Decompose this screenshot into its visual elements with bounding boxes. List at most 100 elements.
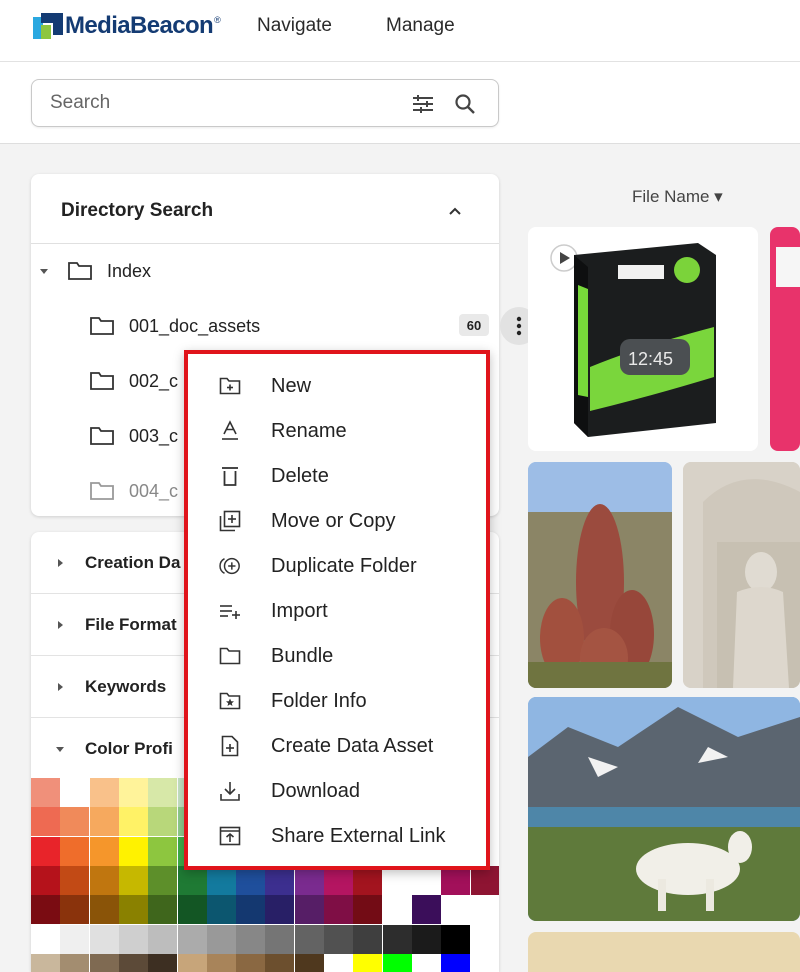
chevron-up-icon[interactable] <box>445 201 465 221</box>
tree-root-index[interactable]: Index <box>39 256 151 286</box>
color-swatch[interactable] <box>148 778 178 807</box>
color-swatch[interactable] <box>411 924 441 954</box>
color-swatch[interactable] <box>236 953 266 972</box>
menu-item-rename[interactable]: Rename <box>184 409 490 453</box>
advanced-search-filter-icon[interactable] <box>410 91 436 117</box>
color-swatch[interactable] <box>89 924 119 954</box>
color-swatch[interactable] <box>148 895 178 925</box>
nav-navigate[interactable]: Navigate <box>257 15 332 37</box>
color-swatch[interactable] <box>294 895 324 925</box>
menu-item-download[interactable]: Download <box>184 769 490 813</box>
color-swatch[interactable] <box>324 953 353 972</box>
color-swatch[interactable] <box>236 895 266 925</box>
asset-thumbnail[interactable] <box>683 462 800 688</box>
color-swatch[interactable] <box>265 953 295 972</box>
color-swatch[interactable] <box>470 953 499 972</box>
color-swatch[interactable] <box>60 924 90 954</box>
color-swatch[interactable] <box>382 865 412 895</box>
color-swatch[interactable] <box>206 895 236 925</box>
menu-item-duplicate-folder[interactable]: Duplicate Folder <box>184 544 490 588</box>
asset-thumbnail[interactable] <box>770 227 800 451</box>
color-swatch[interactable] <box>177 865 207 895</box>
menu-item-import[interactable]: Import <box>184 589 490 633</box>
color-swatch[interactable] <box>177 895 207 925</box>
search-input[interactable] <box>48 90 388 116</box>
sort-by-dropdown[interactable]: File Name ▾ <box>632 187 723 207</box>
color-swatch[interactable] <box>118 924 148 954</box>
color-swatch[interactable] <box>31 953 60 972</box>
color-swatch[interactable] <box>324 865 353 895</box>
color-swatch[interactable] <box>177 953 207 972</box>
color-swatch[interactable] <box>31 924 60 954</box>
color-swatch[interactable] <box>441 895 471 925</box>
color-swatch[interactable] <box>265 895 295 925</box>
color-swatch[interactable] <box>441 924 471 954</box>
color-swatch[interactable] <box>31 836 60 866</box>
caret-down-icon[interactable] <box>39 266 49 276</box>
color-swatch[interactable] <box>60 865 90 895</box>
menu-item-bundle[interactable]: Bundle <box>184 634 490 678</box>
color-swatch[interactable] <box>324 895 353 925</box>
color-swatch[interactable] <box>60 895 90 925</box>
color-swatch[interactable] <box>353 865 383 895</box>
color-swatch[interactable] <box>236 924 266 954</box>
color-swatch[interactable] <box>324 924 353 954</box>
menu-item-create-data-asset[interactable]: Create Data Asset <box>184 724 490 768</box>
color-swatch[interactable] <box>60 953 90 972</box>
color-swatch[interactable] <box>470 865 499 895</box>
asset-thumbnail[interactable] <box>528 932 800 972</box>
color-swatch[interactable] <box>294 924 324 954</box>
color-swatch[interactable] <box>411 865 441 895</box>
color-swatch[interactable] <box>265 865 295 895</box>
color-swatch[interactable] <box>382 953 412 972</box>
color-swatch[interactable] <box>411 895 441 925</box>
color-swatch[interactable] <box>31 807 60 837</box>
color-swatch[interactable] <box>118 836 148 866</box>
nav-manage[interactable]: Manage <box>386 15 455 37</box>
color-swatch[interactable] <box>89 953 119 972</box>
color-swatch[interactable] <box>89 778 119 807</box>
menu-item-folder-info[interactable]: Folder Info <box>184 679 490 723</box>
color-swatch[interactable] <box>382 924 412 954</box>
color-swatch[interactable] <box>31 865 60 895</box>
color-swatch[interactable] <box>148 836 178 866</box>
color-swatch[interactable] <box>294 953 324 972</box>
color-swatch[interactable] <box>236 865 266 895</box>
color-swatch[interactable] <box>31 895 60 925</box>
color-swatch[interactable] <box>470 895 499 925</box>
color-swatch[interactable] <box>89 865 119 895</box>
color-swatch[interactable] <box>353 953 383 972</box>
color-swatch[interactable] <box>89 807 119 837</box>
color-swatch[interactable] <box>470 924 499 954</box>
color-swatch[interactable] <box>60 807 90 837</box>
color-swatch[interactable] <box>118 953 148 972</box>
color-swatch[interactable] <box>118 895 148 925</box>
color-swatch[interactable] <box>265 924 295 954</box>
menu-item-new[interactable]: New <box>184 364 490 408</box>
color-swatch[interactable] <box>89 895 119 925</box>
menu-item-share-external-link[interactable]: Share External Link <box>184 814 490 858</box>
tree-item-002[interactable]: 002_c <box>89 366 178 396</box>
color-swatch[interactable] <box>382 895 412 925</box>
color-swatch[interactable] <box>118 778 148 807</box>
color-swatch[interactable] <box>411 953 441 972</box>
tree-item-004[interactable]: 004_c <box>89 476 178 506</box>
color-swatch[interactable] <box>60 836 90 866</box>
color-swatch[interactable] <box>353 924 383 954</box>
color-swatch[interactable] <box>177 924 207 954</box>
color-swatch[interactable] <box>353 895 383 925</box>
color-swatch[interactable] <box>118 807 148 837</box>
color-swatch[interactable] <box>60 778 90 807</box>
asset-thumbnail[interactable] <box>528 697 800 921</box>
color-swatch[interactable] <box>89 836 119 866</box>
asset-thumbnail[interactable] <box>528 462 672 688</box>
color-swatch[interactable] <box>206 953 236 972</box>
menu-item-move-or-copy[interactable]: Move or Copy <box>184 499 490 543</box>
color-swatch[interactable] <box>148 807 178 837</box>
color-swatch[interactable] <box>148 953 178 972</box>
search-icon[interactable] <box>452 91 478 117</box>
color-swatch[interactable] <box>294 865 324 895</box>
mediabeacon-logo[interactable]: MediaBeacon ® <box>33 12 221 40</box>
asset-thumbnail[interactable]: 12:45 <box>528 227 758 451</box>
color-swatch[interactable] <box>118 865 148 895</box>
